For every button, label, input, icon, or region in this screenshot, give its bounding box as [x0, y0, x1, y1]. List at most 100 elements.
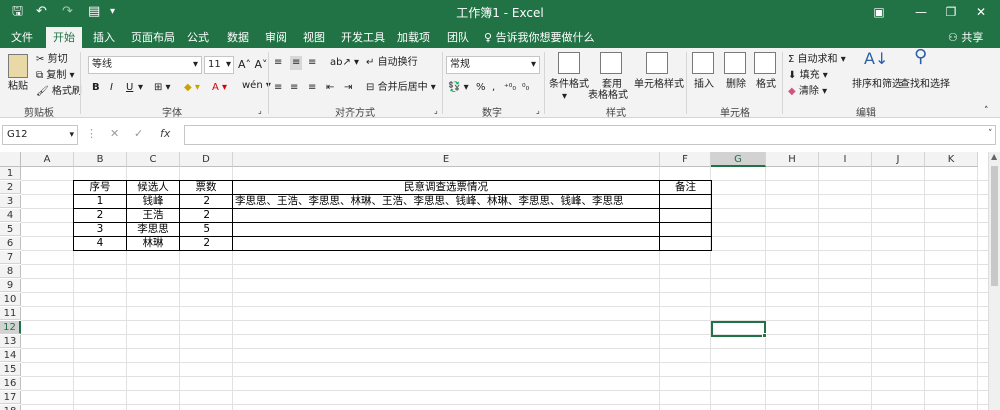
tell-me-search[interactable]: ♀ 告诉我你想要做什么 [484, 27, 595, 48]
table-cell[interactable]: 王浩 [127, 209, 179, 222]
number-format-dropdown[interactable]: 常规 ▾ [446, 56, 540, 74]
header-cell[interactable]: 备注 [660, 181, 711, 194]
tab-view[interactable]: 视图 [296, 27, 332, 48]
chevron-down-icon[interactable]: ▾ [562, 90, 567, 104]
select-all-corner[interactable] [0, 152, 21, 167]
paste-icon[interactable] [8, 54, 28, 78]
dialog-launcher-icon[interactable]: ⌟ [536, 104, 540, 118]
format-cells-button[interactable]: 格式 [756, 78, 776, 92]
sort-filter-icon[interactable]: A↓ [864, 51, 888, 67]
column-header-j[interactable]: J [872, 152, 925, 167]
active-cell-g12[interactable] [711, 321, 766, 337]
fill-button[interactable]: ⬇ 填充 ▾ [788, 69, 828, 83]
underline-button[interactable]: U [126, 81, 133, 95]
column-header-h[interactable]: H [766, 152, 819, 167]
collapse-ribbon-icon[interactable]: ˄ [984, 104, 989, 118]
table-cell[interactable]: 1 [74, 195, 126, 208]
format-painter-button[interactable]: 🖌 格式刷 [36, 85, 82, 99]
tab-addins[interactable]: 加载项 [390, 27, 437, 48]
find-select-button[interactable]: 查找和选择 [900, 78, 950, 92]
cut-button[interactable]: ✂ 剪切 [36, 53, 68, 67]
row-header-18[interactable]: 18 [0, 405, 21, 410]
row-header-6[interactable]: 6 [0, 237, 21, 250]
row-header-15[interactable]: 15 [0, 363, 21, 376]
table-cell[interactable]: 4 [74, 237, 126, 250]
merge-center-button[interactable]: ⊟ 合并后居中 ▾ [366, 81, 436, 95]
row-header-13[interactable]: 13 [0, 335, 21, 348]
vertical-scrollbar[interactable]: ▲ [988, 152, 1000, 410]
formula-input[interactable] [184, 125, 996, 145]
paste-button[interactable]: 粘贴 [8, 80, 28, 94]
font-color-icon[interactable]: A ▾ [212, 81, 227, 95]
share-button[interactable]: ⚇ 共享 [948, 27, 983, 48]
row-header-9[interactable]: 9 [0, 279, 21, 292]
column-header-d[interactable]: D [180, 152, 233, 167]
column-header-k[interactable]: K [925, 152, 978, 167]
align-right-icon[interactable]: ≡ [308, 81, 316, 95]
format-cells-icon[interactable] [754, 52, 776, 74]
row-header-16[interactable]: 16 [0, 377, 21, 390]
cell-styles-icon[interactable] [646, 52, 668, 74]
dialog-launcher-icon[interactable]: ⌟ [258, 104, 262, 118]
delete-cells-button[interactable]: 删除 [726, 78, 746, 92]
row-header-3[interactable]: 3 [0, 195, 21, 208]
align-top-icon[interactable]: ≡ [274, 56, 282, 70]
italic-button[interactable]: I [110, 81, 113, 95]
row-header-4[interactable]: 4 [0, 209, 21, 222]
enter-icon[interactable]: ✓ [134, 127, 143, 140]
decrease-indent-icon[interactable]: ⇤ [326, 81, 334, 95]
font-grow-button[interactable]: A˄ A˅ [238, 58, 268, 72]
percent-icon[interactable]: % [476, 81, 486, 95]
table-cell[interactable]: 2 [74, 209, 126, 222]
decrease-decimal-icon[interactable]: ⁰₀ [522, 81, 529, 95]
comma-icon[interactable]: , [492, 81, 495, 95]
insert-cells-icon[interactable] [692, 52, 714, 74]
header-cell[interactable]: 票数 [180, 181, 232, 194]
column-header-b[interactable]: B [74, 152, 127, 167]
tab-file[interactable]: 文件 [4, 27, 40, 48]
font-size-dropdown[interactable]: 11 ▾ [204, 56, 234, 74]
close-icon[interactable]: ✕ [966, 2, 996, 22]
tab-formulas[interactable]: 公式 [180, 27, 216, 48]
header-cell[interactable]: 候选人 [127, 181, 179, 194]
clear-button[interactable]: ◆ 清除 ▾ [788, 85, 827, 99]
scroll-up-icon[interactable]: ▲ [991, 152, 997, 161]
table-cell[interactable]: 2 [180, 195, 232, 208]
ribbon-options-icon[interactable]: ▣ [864, 2, 894, 22]
insert-function-icon[interactable]: fx [160, 127, 170, 140]
table-cell[interactable]: 李思思 [127, 223, 179, 236]
row-header-14[interactable]: 14 [0, 349, 21, 362]
borders-icon[interactable]: ⊞ ▾ [154, 81, 171, 95]
restore-icon[interactable]: ❐ [936, 2, 966, 22]
tab-developer[interactable]: 开发工具 [334, 27, 392, 48]
row-header-2[interactable]: 2 [0, 181, 21, 194]
dialog-launcher-icon[interactable]: ⌟ [434, 104, 438, 118]
tab-team[interactable]: 团队 [440, 27, 476, 48]
row-header-1[interactable]: 1 [0, 167, 21, 180]
underline-dropdown-icon[interactable]: ▾ [138, 81, 143, 95]
scrollbar-thumb[interactable] [991, 166, 998, 286]
conditional-format-button[interactable]: 条件格式 [549, 78, 589, 92]
column-header-f[interactable]: F [660, 152, 711, 167]
header-cell[interactable]: 序号 [74, 181, 126, 194]
column-header-c[interactable]: C [127, 152, 180, 167]
find-icon[interactable]: ⚲ [914, 48, 927, 66]
table-cell[interactable]: 2 [180, 209, 232, 222]
fill-color-icon[interactable]: ◆ ▾ [184, 81, 200, 95]
bold-button[interactable]: B [92, 81, 100, 95]
format-table-icon[interactable] [600, 52, 622, 74]
header-cell[interactable]: 民意调查选票情况 [233, 181, 659, 194]
column-header-i[interactable]: I [819, 152, 872, 167]
table-cell[interactable]: 林琳 [127, 237, 179, 250]
tab-insert[interactable]: 插入 [86, 27, 122, 48]
minimize-icon[interactable]: — [906, 2, 936, 22]
insert-cells-button[interactable]: 插入 [694, 78, 714, 92]
cell-styles-button[interactable]: 单元格样式 [634, 78, 684, 92]
align-middle-icon[interactable]: ≡ [290, 56, 303, 70]
row-header-11[interactable]: 11 [0, 307, 21, 320]
orientation-icon[interactable]: ab↗ ▾ [330, 56, 359, 70]
wrap-text-button[interactable]: ↵ 自动换行 [366, 56, 418, 70]
row-header-8[interactable]: 8 [0, 265, 21, 278]
increase-indent-icon[interactable]: ⇥ [344, 81, 352, 95]
tab-home[interactable]: 开始 [46, 27, 82, 48]
